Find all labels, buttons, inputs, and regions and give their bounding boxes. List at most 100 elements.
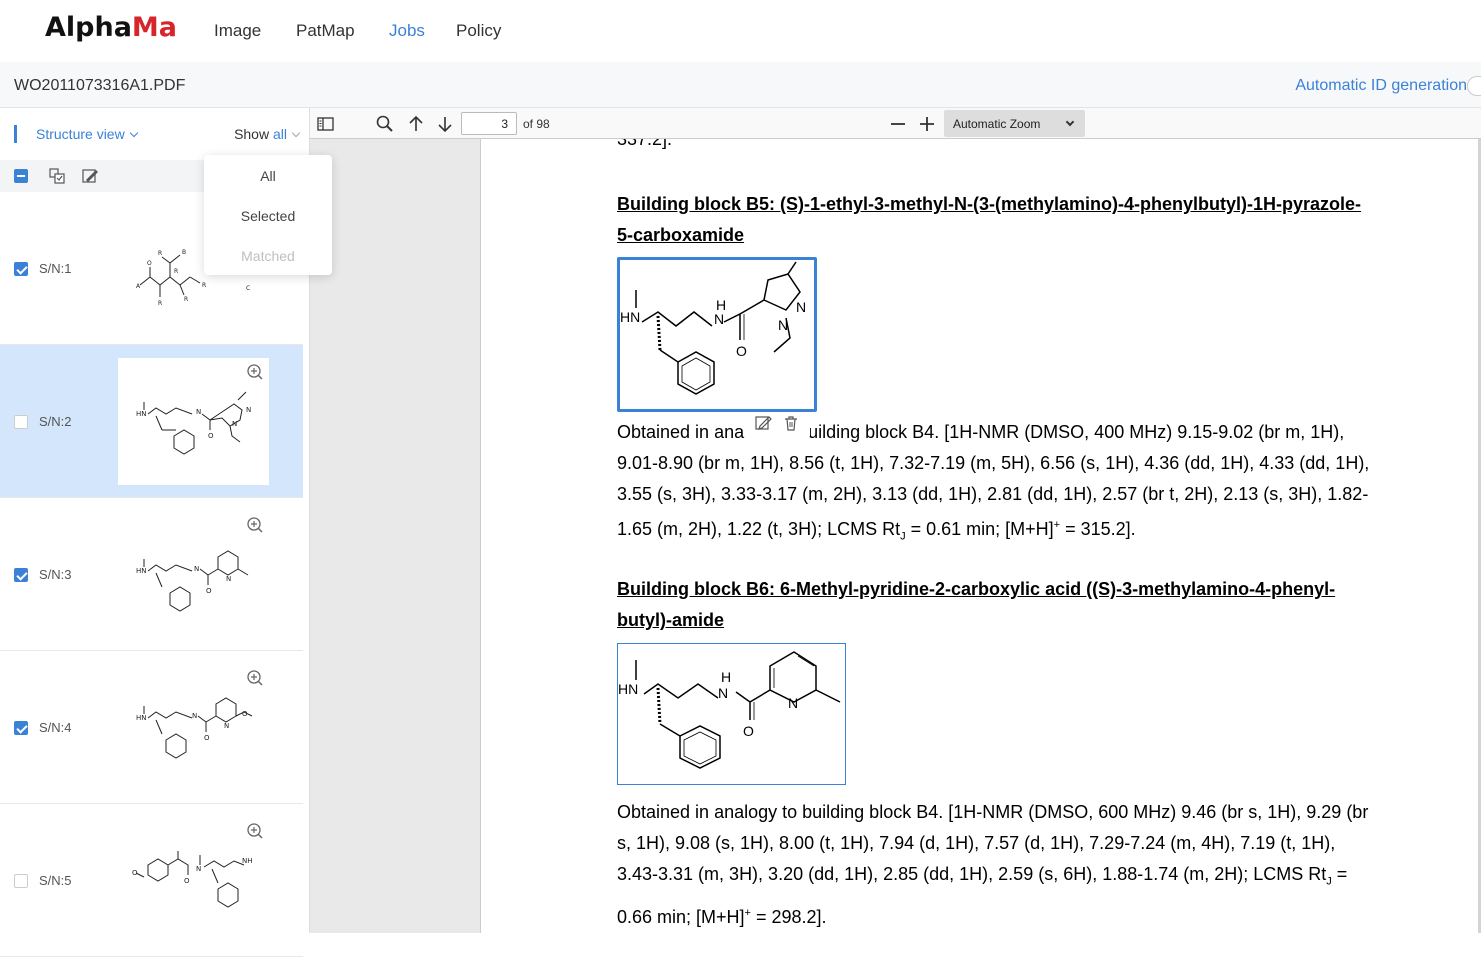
svg-text:N: N [232, 420, 237, 428]
zoom-in-icon[interactable] [246, 669, 264, 687]
dropdown-option-all[interactable]: All [204, 168, 332, 184]
search-icon[interactable] [375, 114, 395, 134]
row-checkbox[interactable] [14, 874, 28, 888]
svg-text:N: N [196, 865, 201, 873]
pdf-toolbar: 3 of 98 Automatic Zoom [310, 108, 1481, 139]
svg-text:N: N [246, 406, 251, 414]
row-checkbox[interactable] [14, 262, 28, 276]
row-sn-label: S/N:3 [39, 567, 72, 582]
batch-edit-icon[interactable] [81, 167, 99, 185]
svg-text:N: N [788, 695, 798, 711]
row-checkbox[interactable] [14, 568, 28, 582]
row-checkbox[interactable] [14, 721, 28, 735]
list-item[interactable]: S/N:3 HN N O N [0, 498, 303, 651]
svg-text:O: O [242, 710, 248, 718]
svg-text:N: N [224, 722, 229, 730]
page-count: of 98 [523, 117, 550, 131]
page-cut-text: 337.2]. [617, 139, 673, 149]
b5-text-part4: = 315.2]. [1060, 519, 1136, 539]
row-sn-label: S/N:2 [39, 414, 72, 429]
structure-box-b6[interactable]: HN N H O N [617, 643, 846, 785]
show-label: Show [234, 126, 270, 142]
zoom-in-icon[interactable] [246, 363, 264, 381]
svg-text:O: O [743, 723, 754, 739]
svg-text:R: R [158, 250, 162, 257]
show-filter-select[interactable]: Show all [234, 126, 301, 142]
dropdown-option-matched: Matched [241, 248, 295, 264]
structure-view-select[interactable]: Structure view [36, 126, 138, 142]
pdf-page: 337.2]. Building block B5: (S)-1-ethyl-3… [480, 139, 1480, 933]
structure-box-b5[interactable]: HN N H O NN [617, 257, 817, 412]
zoom-select[interactable]: Automatic Zoom [944, 110, 1085, 137]
arrow-down-icon[interactable] [435, 114, 455, 134]
nav-patmap[interactable]: PatMap [296, 21, 355, 41]
svg-text:O: O [206, 587, 212, 595]
document-filename: WO2011073316A1.PDF [14, 77, 186, 94]
svg-text:N: N [796, 299, 806, 315]
logo[interactable]: AlphaMa [45, 12, 177, 43]
auto-id-label[interactable]: Automatic ID generation [1295, 77, 1467, 95]
list-item[interactable]: S/N:2 HN N O N N [0, 345, 303, 498]
batch-select-icon[interactable] [48, 167, 66, 185]
minus-icon[interactable] [888, 114, 908, 134]
b5-text-part1: Obtained in ana [617, 422, 745, 442]
svg-text:HN: HN [136, 567, 147, 575]
svg-text:B: B [182, 249, 186, 256]
zoom-in-icon[interactable] [246, 822, 264, 840]
view-select-label: Structure view [36, 126, 125, 142]
svg-text:N: N [226, 575, 231, 583]
pdf-viewer: 3 of 98 Automatic Zoom 337.2]. Building … [310, 108, 1481, 933]
list-item[interactable]: S/N:5 O O N NH [0, 804, 303, 957]
logo-accent-text: Ma [131, 12, 178, 43]
chevron-down-icon [291, 128, 301, 138]
arrow-up-icon[interactable] [406, 114, 426, 134]
dropdown-option-selected[interactable]: Selected [204, 208, 332, 224]
auto-id-toggle[interactable] [1467, 76, 1481, 96]
top-nav: AlphaMa Image PatMap Jobs Policy [0, 0, 1481, 62]
svg-text:R: R [202, 282, 206, 289]
nav-jobs[interactable]: Jobs [389, 21, 425, 41]
page-number-input[interactable]: 3 [461, 112, 517, 135]
logo-text: Alpha [45, 12, 132, 43]
b6-text-part1: Obtained in analogy to building block B4… [617, 802, 1369, 884]
svg-text:N: N [718, 685, 728, 701]
svg-text:N: N [196, 408, 201, 416]
list-item[interactable]: S/N:4 HN N O N O [0, 651, 303, 804]
b6-text-part3: = 298.2]. [750, 906, 827, 927]
trash-icon[interactable] [782, 414, 800, 432]
svg-text:O: O [132, 869, 138, 877]
svg-text:N: N [192, 712, 197, 720]
svg-text:N: N [194, 565, 199, 573]
svg-text:O: O [736, 343, 747, 359]
sidebar-toggle-icon[interactable] [316, 114, 336, 134]
svg-text:O: O [184, 877, 190, 885]
show-value: all [272, 126, 287, 142]
svg-text:H: H [721, 669, 731, 685]
structure-list: S/N:1 AOR RBR RRC S/N:2 HN N O N N S/N:3… [0, 192, 303, 957]
chevron-down-icon [1065, 117, 1075, 127]
chevron-down-icon [129, 128, 138, 138]
svg-text:N: N [778, 317, 788, 333]
plus-icon[interactable] [917, 114, 937, 134]
svg-text:HN: HN [618, 681, 638, 697]
svg-text:H: H [716, 297, 726, 313]
svg-text:C: C [246, 285, 250, 292]
b5-heading: Building block B5: (S)-1-ethyl-3-methyl-… [617, 194, 1362, 245]
b6-description: Obtained in analogy to building block B4… [617, 797, 1377, 933]
zoom-in-icon[interactable] [246, 516, 264, 534]
edit-icon[interactable] [754, 414, 772, 432]
row-checkbox[interactable] [14, 415, 28, 429]
structure-image-b5: HN NHO NN [620, 261, 806, 395]
select-all-checkbox[interactable] [14, 169, 28, 183]
svg-text:A: A [136, 283, 141, 290]
row-sn-label: S/N:5 [39, 873, 72, 888]
svg-text:R: R [174, 268, 178, 275]
svg-text:HN: HN [620, 309, 640, 325]
svg-text:R: R [184, 296, 188, 303]
svg-text:N: N [714, 311, 724, 327]
nav-policy[interactable]: Policy [456, 21, 501, 41]
structure-box-actions [744, 412, 810, 436]
nav-image[interactable]: Image [214, 21, 261, 41]
document-header: WO2011073316A1.PDF Automatic ID generati… [0, 62, 1481, 108]
zoom-select-value: Automatic Zoom [953, 117, 1041, 131]
